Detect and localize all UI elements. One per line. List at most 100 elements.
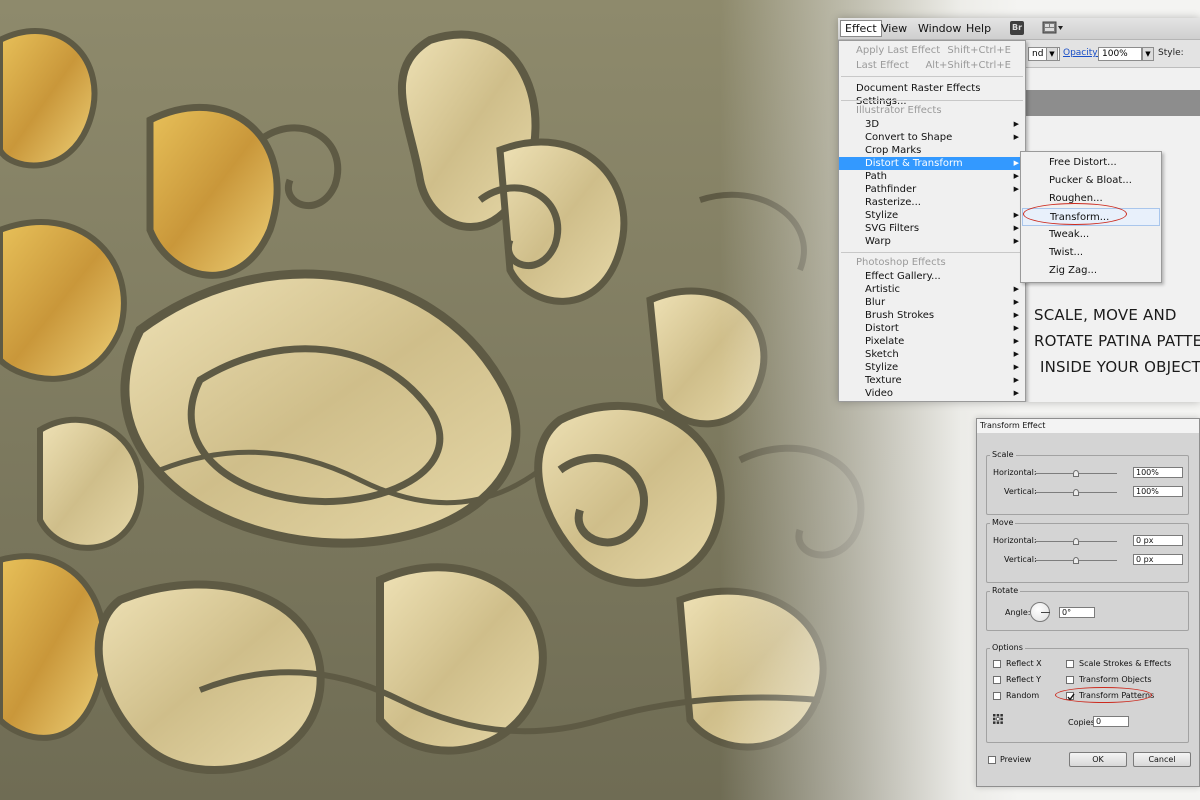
scale-strokes-label: Scale Strokes & Effects — [1079, 659, 1172, 668]
menu-item-pathfinder[interactable]: Pathfinder ▶ — [839, 183, 1025, 196]
submenu-item-transform[interactable]: Transform... — [1022, 208, 1160, 226]
distort-transform-submenu: Free Distort... Pucker & Bloat... Roughe… — [1020, 151, 1162, 283]
workspace-switcher-icon[interactable] — [1042, 21, 1064, 35]
scale-vertical-label: Vertical: — [1004, 487, 1037, 496]
menu-view[interactable]: View — [881, 22, 907, 35]
transform-objects-checkbox[interactable] — [1066, 676, 1074, 684]
menu-item-rasterize[interactable]: Rasterize... — [839, 196, 1025, 209]
menu-item-stylize-photoshop[interactable]: Stylize ▶ — [839, 361, 1025, 374]
ok-button[interactable]: OK — [1069, 752, 1127, 767]
submenu-arrow-icon: ▶ — [1013, 311, 1019, 319]
copies-input[interactable]: 0 — [1093, 716, 1129, 727]
submenu-item-roughen[interactable]: Roughen... — [1022, 190, 1160, 208]
menu-item-stylize-illustrator[interactable]: Stylize ▶ — [839, 209, 1025, 222]
menu-item-sketch[interactable]: Sketch ▶ — [839, 348, 1025, 361]
menu-item-texture[interactable]: Texture ▶ — [839, 374, 1025, 387]
effect-menu-dropdown: Apply Last Effect Shift+Ctrl+E Last Effe… — [838, 40, 1026, 402]
opacity-dropdown-icon[interactable]: ▼ — [1142, 47, 1154, 61]
submenu-arrow-icon: ▶ — [1013, 376, 1019, 384]
menu-item-last-effect[interactable]: Last Effect Alt+Shift+Ctrl+E — [839, 59, 1025, 72]
dialog-title: Transform Effect — [977, 419, 1199, 433]
move-horizontal-input[interactable]: 0 px — [1133, 535, 1183, 546]
submenu-arrow-icon: ▶ — [1013, 337, 1019, 345]
menu-item-crop-marks[interactable]: Crop Marks — [839, 144, 1025, 157]
scale-group-title: Scale — [990, 450, 1016, 459]
random-checkbox[interactable] — [993, 692, 1001, 700]
rotate-angle-input[interactable]: 0° — [1059, 607, 1095, 618]
menu-item-apply-last-effect[interactable]: Apply Last Effect Shift+Ctrl+E — [839, 44, 1025, 57]
cancel-button[interactable]: Cancel — [1133, 752, 1191, 767]
scale-vertical-input[interactable]: 100% — [1133, 486, 1183, 497]
menu-item-path[interactable]: Path ▶ — [839, 170, 1025, 183]
menu-item-distort[interactable]: Distort ▶ — [839, 322, 1025, 335]
reflect-x-label: Reflect X — [1006, 659, 1042, 668]
caption-line-2: rotate patina pattern — [1034, 332, 1200, 350]
checkmark-icon — [1067, 693, 1075, 701]
reflect-y-checkbox[interactable] — [993, 676, 1001, 684]
menu-effect[interactable]: Effect — [840, 20, 882, 37]
reflect-x-checkbox[interactable] — [993, 660, 1001, 668]
scale-vertical-slider-thumb[interactable] — [1073, 489, 1079, 496]
options-group: Options Reflect X Reflect Y Random Scale… — [986, 643, 1189, 743]
submenu-arrow-icon: ▶ — [1013, 389, 1019, 397]
reflect-y-label: Reflect Y — [1006, 675, 1042, 684]
section-photoshop-effects: Photoshop Effects — [856, 257, 946, 268]
move-horizontal-slider-thumb[interactable] — [1073, 538, 1079, 545]
menu-separator — [841, 252, 1023, 253]
menu-item-artistic[interactable]: Artistic ▶ — [839, 283, 1025, 296]
menu-item-effect-gallery[interactable]: Effect Gallery... — [839, 270, 1025, 283]
menu-window[interactable]: Window — [918, 22, 961, 35]
opacity-field[interactable]: 100% — [1098, 47, 1142, 61]
move-horizontal-label: Horizontal: — [993, 536, 1037, 545]
transform-patterns-label: Transform Patterns — [1079, 691, 1155, 700]
reference-point-grid-icon[interactable] — [993, 714, 1003, 724]
rotate-angle-label: Angle: — [1005, 608, 1031, 617]
submenu-item-zig-zag[interactable]: Zig Zag... — [1022, 262, 1160, 280]
submenu-item-pucker-bloat[interactable]: Pucker & Bloat... — [1022, 172, 1160, 190]
rotate-group: Rotate Angle: 0° — [986, 586, 1189, 631]
submenu-arrow-icon: ▶ — [1013, 224, 1019, 232]
move-vertical-label: Vertical: — [1004, 555, 1037, 564]
submenu-arrow-icon: ▶ — [1013, 298, 1019, 306]
angle-dial-icon[interactable] — [1030, 602, 1050, 622]
menu-item-warp[interactable]: Warp ▶ — [839, 235, 1025, 248]
move-vertical-slider-thumb[interactable] — [1073, 557, 1079, 564]
menu-item-video[interactable]: Video ▶ — [839, 387, 1025, 400]
submenu-item-free-distort[interactable]: Free Distort... — [1022, 154, 1160, 172]
preview-checkbox[interactable] — [988, 756, 996, 764]
submenu-arrow-icon: ▶ — [1013, 211, 1019, 219]
submenu-arrow-icon: ▶ — [1013, 237, 1019, 245]
caption-line-1: Scale, move and — [1034, 306, 1177, 324]
rotate-group-title: Rotate — [990, 586, 1021, 595]
menu-item-blur[interactable]: Blur ▶ — [839, 296, 1025, 309]
style-label: Style: — [1158, 48, 1184, 58]
menu-item-document-raster-effects-settings[interactable]: Document Raster Effects Settings... — [839, 82, 1025, 107]
menu-help[interactable]: Help — [966, 22, 991, 35]
bridge-icon[interactable]: Br — [1010, 21, 1024, 35]
blend-mode-dropdown-icon[interactable]: ▼ — [1046, 47, 1058, 61]
opacity-label[interactable]: Opacity: — [1063, 48, 1100, 58]
promo-caption: Scale, move and rotate patina pattern in… — [1034, 302, 1200, 380]
menu-item-convert-to-shape[interactable]: Convert to Shape ▶ — [839, 131, 1025, 144]
menu-item-svg-filters[interactable]: SVG Filters ▶ — [839, 222, 1025, 235]
scale-horizontal-slider-thumb[interactable] — [1073, 470, 1079, 477]
scale-strokes-checkbox[interactable] — [1066, 660, 1074, 668]
menu-separator — [841, 76, 1023, 77]
scale-group: Scale Horizontal: 100% Vertical: 100% — [986, 450, 1189, 515]
scale-horizontal-label: Horizontal: — [993, 468, 1037, 477]
menu-item-3d[interactable]: 3D ▶ — [839, 118, 1025, 131]
submenu-item-tweak[interactable]: Tweak... — [1022, 226, 1160, 244]
menu-item-distort-transform[interactable]: Distort & Transform ▶ — [839, 157, 1025, 170]
section-illustrator-effects: Illustrator Effects — [856, 105, 942, 116]
menu-item-brush-strokes[interactable]: Brush Strokes ▶ — [839, 309, 1025, 322]
transform-patterns-checkbox[interactable] — [1066, 692, 1075, 701]
options-group-title: Options — [990, 643, 1025, 652]
submenu-arrow-icon: ▶ — [1013, 363, 1019, 371]
menu-separator — [841, 100, 1023, 101]
submenu-item-twist[interactable]: Twist... — [1022, 244, 1160, 262]
submenu-arrow-icon: ▶ — [1013, 159, 1019, 167]
scale-horizontal-input[interactable]: 100% — [1133, 467, 1183, 478]
menu-item-pixelate[interactable]: Pixelate ▶ — [839, 335, 1025, 348]
submenu-arrow-icon: ▶ — [1013, 172, 1019, 180]
move-vertical-input[interactable]: 0 px — [1133, 554, 1183, 565]
